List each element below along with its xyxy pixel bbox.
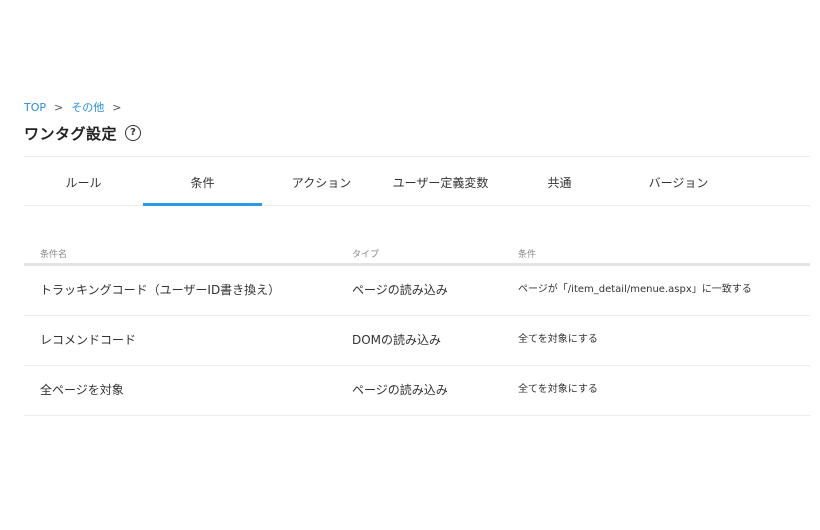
page-title: ワンタグ設定 <box>24 124 118 143</box>
column-header-type: タイプ <box>352 250 380 260</box>
type-cell: DOMの読み込み <box>352 333 442 347</box>
conditions-table: 条件名 タイプ 条件 トラッキングコード（ユーザーID書き換え） ページの読み込… <box>24 245 810 416</box>
condition-name-cell[interactable]: 全ページを対象 <box>40 366 124 414</box>
table-header: 条件名 タイプ 条件 <box>24 245 810 266</box>
page-content: TOP > その他 > ワンタグ設定 ? ルール 条件 アクション ユーザー定義… <box>24 100 810 416</box>
column-header-condition: 条件 <box>518 250 537 260</box>
title-row: ワンタグ設定 ? <box>24 122 810 144</box>
type-cell: ページの読み込み <box>352 383 448 397</box>
tab-conditions[interactable]: 条件 <box>143 157 262 206</box>
table-row[interactable]: 全ページを対象 ページの読み込み 全てを対象にする <box>24 366 810 416</box>
type-cell: ページの読み込み <box>352 283 448 297</box>
condition-cell: 全てを対象にする <box>518 384 598 395</box>
condition-cell: ページが「/item_detail/menue.aspx」に一致する <box>518 284 752 295</box>
table-row[interactable]: レコメンドコード DOMの読み込み 全てを対象にする <box>24 316 810 366</box>
tab-versions[interactable]: バージョン <box>619 157 738 205</box>
tab-common[interactable]: 共通 <box>500 157 619 205</box>
breadcrumb-separator: > <box>54 101 64 114</box>
breadcrumb-top-link[interactable]: TOP <box>24 100 46 116</box>
tab-rules[interactable]: ルール <box>24 157 143 205</box>
tab-bar: ルール 条件 アクション ユーザー定義変数 共通 バージョン <box>24 156 810 206</box>
condition-cell: 全てを対象にする <box>518 334 598 345</box>
breadcrumb-separator: > <box>112 101 122 114</box>
condition-name-cell[interactable]: トラッキングコード（ユーザーID書き換え） <box>40 266 280 314</box>
column-header-name: 条件名 <box>40 250 68 260</box>
tab-user-variables[interactable]: ユーザー定義変数 <box>381 157 500 205</box>
table-row[interactable]: トラッキングコード（ユーザーID書き換え） ページの読み込み ページが「/ite… <box>24 266 810 316</box>
breadcrumb: TOP > その他 > <box>24 100 810 116</box>
breadcrumb-other-link[interactable]: その他 <box>71 100 104 116</box>
tab-actions[interactable]: アクション <box>262 157 381 205</box>
condition-name-cell[interactable]: レコメンドコード <box>40 316 136 364</box>
help-icon[interactable]: ? <box>125 125 142 141</box>
